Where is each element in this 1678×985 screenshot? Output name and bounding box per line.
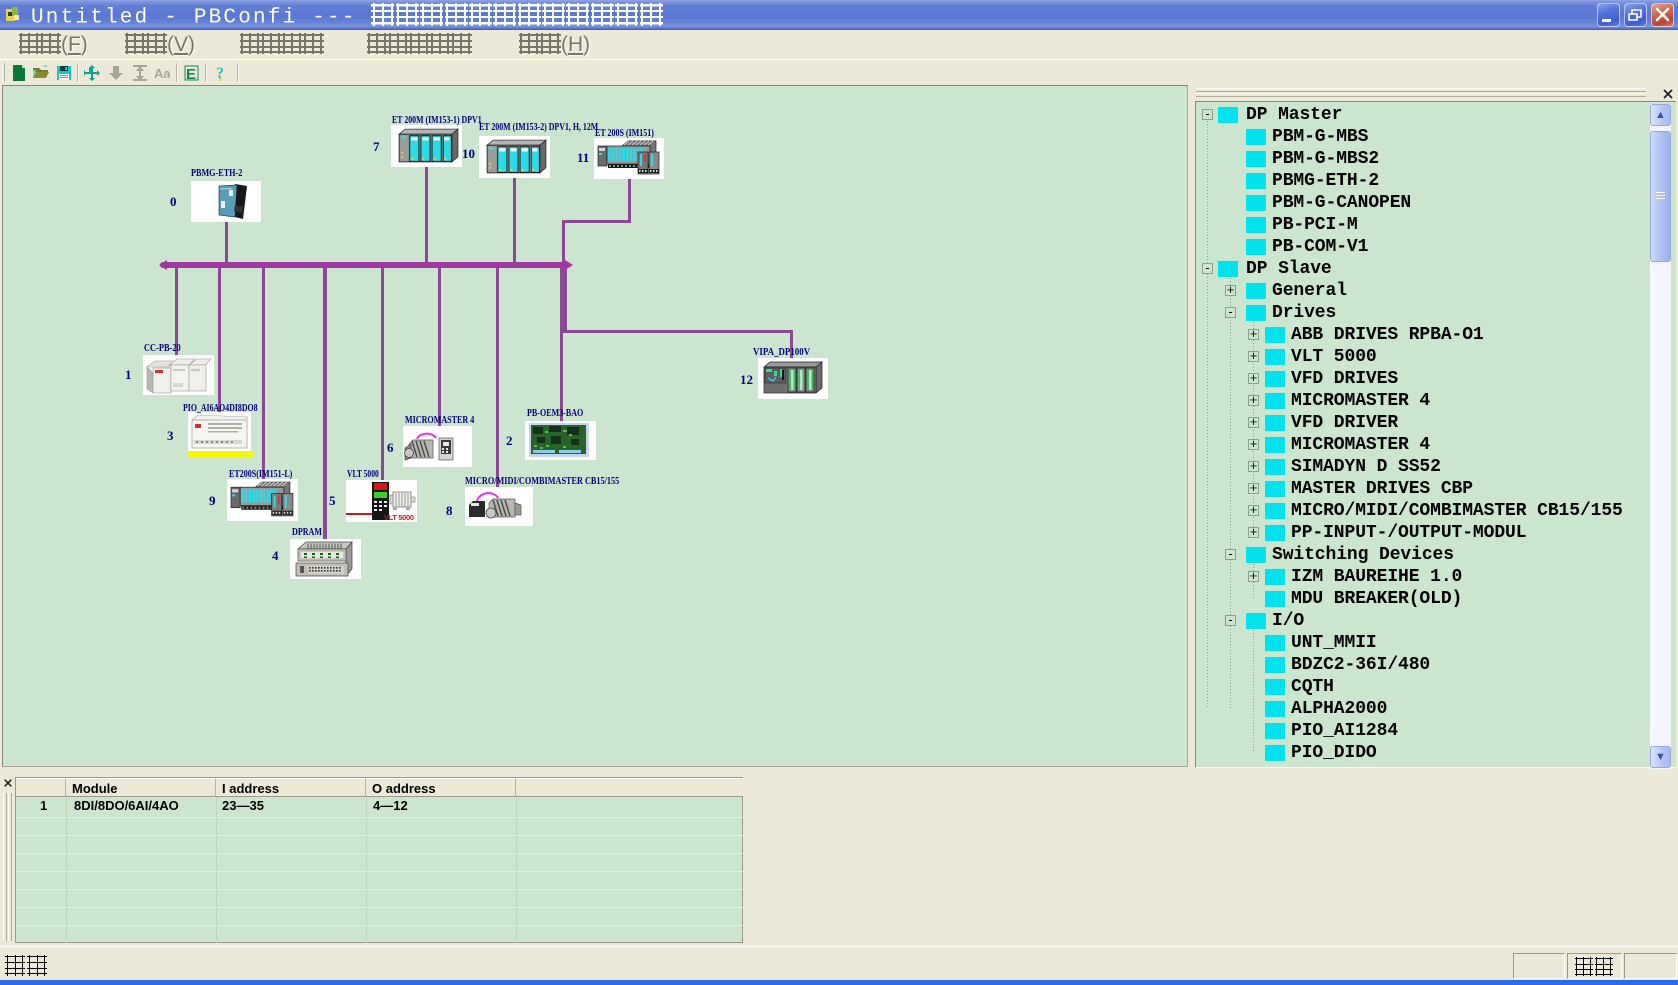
- svg-text:E: E: [186, 66, 196, 81]
- svg-text:Aa: Aa: [154, 66, 170, 81]
- svg-text:VLT 5000: VLT 5000: [384, 513, 414, 522]
